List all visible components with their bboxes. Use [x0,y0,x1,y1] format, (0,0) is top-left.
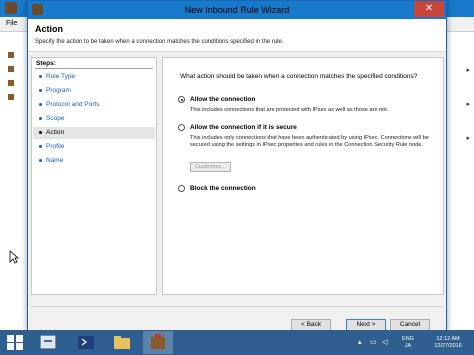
taskbar-firewall-console[interactable] [143,331,173,354]
mouse-cursor-icon [9,250,19,264]
bullet-icon [39,103,42,106]
step-label: Program [46,87,71,94]
input-mode: JA [404,343,412,349]
clock-time: 12:12 AM [436,336,460,342]
tree-node-icon[interactable] [8,66,14,72]
taskbar-server-manager[interactable] [33,331,63,354]
tree-node-icon[interactable] [8,80,14,86]
step-action[interactable]: Action [33,127,155,139]
allow-connection-label[interactable]: Allow the connection [190,96,255,103]
dialog-titlebar[interactable]: New Inbound Rule Wizard ✕ [28,1,446,19]
allow-if-secure-radio[interactable] [178,124,185,131]
allow-connection-description: This includes connections that are prote… [190,107,389,113]
wizard-header: Action Specify the action to be taken wh… [28,19,446,52]
page-description: Specify the action to be taken when a co… [35,39,284,45]
allow-connection-radio[interactable] [178,96,185,103]
step-label: Name [46,157,64,164]
step-label: Rule Type [46,73,76,80]
close-button[interactable]: ✕ [414,1,444,17]
allow-if-secure-label[interactable]: Allow the connection if it is secure [190,124,297,131]
firewall-app-icon [5,2,17,14]
step-name[interactable]: Name [33,155,155,167]
volume-icon[interactable]: ◁ [382,339,389,346]
step-rule-type[interactable]: Rule Type [33,71,155,83]
taskbar-powershell[interactable] [71,331,101,354]
bullet-icon [39,131,42,134]
file-menu[interactable]: File [6,20,17,27]
taskbar: ▴ ▭ ◁ ENG JA 12:12 AM 12/27/2016 [0,330,474,355]
block-connection-label[interactable]: Block the connection [190,185,256,192]
action-arrow-icon[interactable]: ▸ [466,134,470,142]
network-icon[interactable]: ▭ [370,339,377,346]
action-question: What action should be taken when a conne… [180,73,418,80]
action-arrow-icon[interactable]: ▸ [466,66,470,74]
step-label: Profile [46,143,65,150]
button-divider [31,306,443,307]
bullet-icon [39,89,42,92]
steps-panel: Steps: Rule Type Program Protocol and Po… [31,57,157,295]
firewall-icon [151,334,165,349]
folder-icon [114,336,130,349]
step-protocol-and-ports[interactable]: Protocol and Ports [33,99,155,111]
server-manager-icon [40,335,56,349]
action-content-panel: What action should be taken when a conne… [162,57,444,295]
windows-start-icon[interactable] [6,334,24,351]
action-arrow-icon[interactable]: ▸ [466,100,470,108]
bullet-icon [39,117,42,120]
language-indicator[interactable]: ENG JA [398,336,418,350]
new-inbound-rule-wizard-dialog: New Inbound Rule Wizard ✕ Action Specify… [27,0,447,333]
block-connection-radio[interactable] [178,185,185,192]
step-scope[interactable]: Scope [33,113,155,125]
powershell-icon [78,336,94,349]
close-icon: ✕ [424,3,434,14]
tree-node-icon[interactable] [8,94,14,100]
show-hidden-icons-icon[interactable]: ▴ [358,339,365,346]
bullet-icon [39,145,42,148]
taskbar-file-explorer[interactable] [107,331,137,354]
dialog-title: New Inbound Rule Wizard [184,5,290,15]
step-program[interactable]: Program [33,85,155,97]
steps-divider [35,68,153,69]
language-code: ENG [402,336,414,342]
bullet-icon [39,75,42,78]
tree-node-icon[interactable] [8,52,14,58]
step-label: Protocol and Ports [46,101,100,108]
steps-title: Steps: [36,60,56,67]
clock-date: 12/27/2016 [434,343,462,349]
bullet-icon [39,159,42,162]
step-profile[interactable]: Profile [33,141,155,153]
customize-button[interactable]: Customize... [190,162,231,172]
step-label: Action [46,129,65,136]
clock[interactable]: 12:12 AM 12/27/2016 [426,336,470,350]
allow-if-secure-description: This includes only connections that have… [190,135,429,148]
step-label: Scope [46,115,65,122]
page-title: Action [35,24,63,34]
